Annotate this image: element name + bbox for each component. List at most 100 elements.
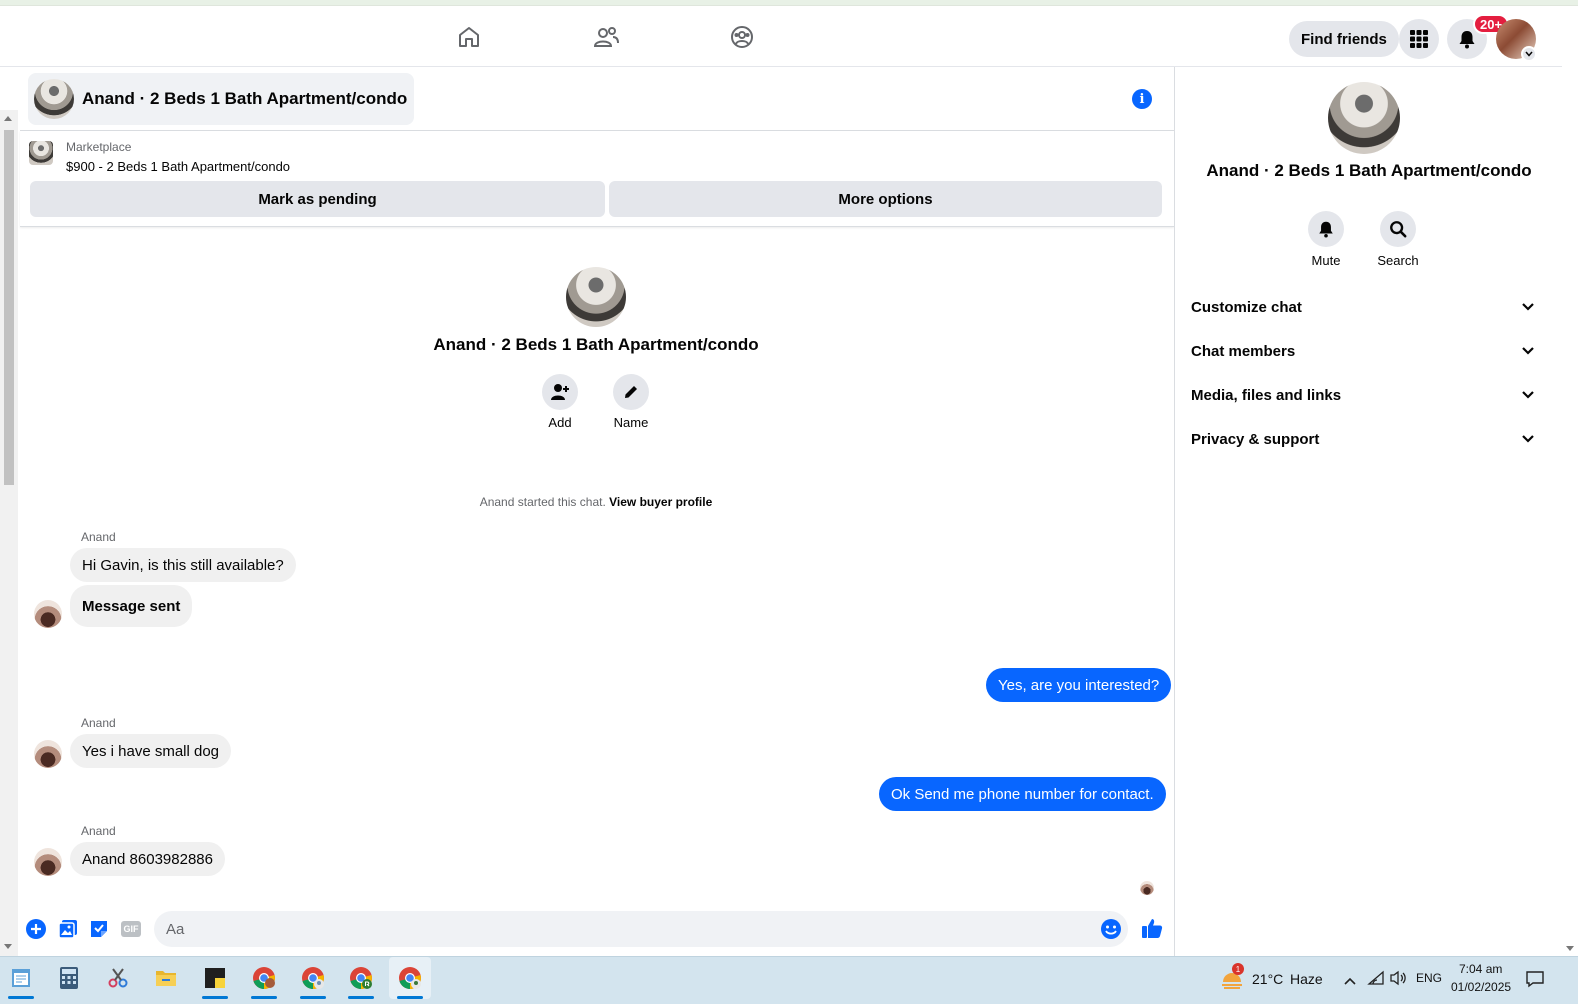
taskbar-app-chrome-2[interactable] [292, 957, 334, 999]
sender-avatar[interactable] [34, 740, 62, 768]
like-button[interactable] [1140, 916, 1164, 940]
menu-button[interactable] [1399, 19, 1439, 59]
conversation-scrollbar[interactable] [0, 110, 18, 956]
nav-friends-tab[interactable] [551, 6, 661, 67]
sticky-notes-icon [205, 968, 225, 988]
smiley-icon [1101, 919, 1121, 939]
sender-avatar[interactable] [34, 848, 62, 876]
chat-title: Anand · 2 Beds 1 Bath Apartment/condo [82, 89, 408, 108]
taskbar-app-notepad[interactable] [0, 957, 42, 999]
add-person-icon [542, 374, 578, 410]
scroll-up-arrow[interactable] [4, 116, 12, 121]
customize-chat-section[interactable]: Customize chat [1183, 287, 1543, 327]
section-label: Chat members [1191, 342, 1296, 360]
add-people-button[interactable]: Add [530, 374, 590, 430]
sticker-button[interactable] [88, 918, 110, 940]
section-label: Customize chat [1191, 298, 1302, 316]
nav-home-tab[interactable] [414, 6, 524, 67]
temperature[interactable]: 21°C [1252, 971, 1283, 987]
grid-menu-icon [1410, 30, 1428, 48]
listing-title[interactable]: $900 - 2 Beds 1 Bath Apartment/condo [66, 159, 290, 174]
conversation-avatar [566, 267, 626, 327]
chat-header: Anand · 2 Beds 1 Bath Apartment/condo i [20, 67, 1174, 131]
scroll-down-arrow[interactable] [1566, 946, 1574, 951]
chat-title-button[interactable]: Anand · 2 Beds 1 Bath Apartment/condo [28, 73, 415, 125]
incoming-message-bubble[interactable]: Anand 8603982886 [70, 842, 225, 876]
nav-groups-tab[interactable] [687, 6, 797, 67]
folder-icon [156, 971, 176, 986]
active-indicator [300, 996, 326, 999]
weather-widget-icon[interactable]: 1 [1220, 963, 1244, 991]
wifi-icon[interactable] [1367, 970, 1385, 991]
info-icon[interactable]: i [1132, 89, 1152, 109]
search-icon [1380, 211, 1416, 247]
read-receipt-avatar [1140, 881, 1154, 895]
name-chat-button[interactable]: Name [601, 374, 661, 430]
taskbar-app-file-explorer[interactable] [145, 957, 187, 999]
photo-icon [58, 920, 77, 939]
attach-photo-button[interactable] [57, 918, 79, 940]
chat-avatar [34, 79, 74, 119]
details-avatar [1328, 82, 1400, 154]
weather-condition[interactable]: Haze [1290, 971, 1323, 987]
mute-button[interactable]: Mute [1291, 211, 1361, 268]
scroll-down-arrow[interactable] [4, 944, 12, 949]
taskbar-app-chrome-1[interactable] [243, 957, 285, 999]
message-input[interactable] [154, 911, 1128, 947]
started-text: Anand started this chat. [479, 495, 606, 509]
taskbar-app-snipping-tool[interactable] [97, 957, 139, 999]
listing-thumbnail[interactable] [29, 141, 53, 165]
view-buyer-profile-link[interactable]: View buyer profile [609, 495, 712, 509]
chevron-down-icon [1522, 391, 1534, 399]
clock-date[interactable]: 01/02/2025 [1451, 980, 1511, 994]
friends-icon [593, 26, 619, 47]
groups-icon [731, 25, 753, 48]
gif-button[interactable]: GIF [120, 918, 142, 940]
active-indicator [202, 996, 228, 999]
chevron-up-icon[interactable] [1343, 973, 1357, 991]
scrollbar-thumb[interactable] [4, 130, 14, 485]
find-friends-button[interactable]: Find friends [1289, 21, 1399, 57]
taskbar-app-chrome-3[interactable] [340, 957, 382, 999]
chat-details-panel: Anand · 2 Beds 1 Bath Apartment/condo Mu… [1174, 67, 1562, 956]
language-indicator[interactable]: ENG [1416, 971, 1442, 985]
mark-as-pending-button[interactable]: Mark as pending [30, 181, 605, 217]
outgoing-message-bubble[interactable]: Ok Send me phone number for contact. [879, 777, 1166, 811]
taskbar-app-chrome-4-active[interactable] [389, 957, 431, 999]
add-label: Add [548, 415, 572, 430]
sender-avatar[interactable] [34, 600, 62, 628]
top-navigation: Find friends 20+ [0, 6, 1562, 67]
bell-icon [1459, 31, 1475, 49]
privacy-support-section[interactable]: Privacy & support [1183, 419, 1543, 459]
message-sender-name: Anand [81, 824, 116, 838]
outgoing-message-bubble[interactable]: Yes, are you interested? [986, 668, 1172, 702]
chat-started-notice: Anand started this chat. View buyer prof… [320, 495, 872, 509]
scissors-icon [108, 968, 128, 988]
more-options-button[interactable]: More options [609, 181, 1162, 217]
media-files-links-section[interactable]: Media, files and links [1183, 375, 1543, 415]
chevron-down-icon [1522, 303, 1534, 311]
notification-center-icon[interactable] [1525, 969, 1545, 994]
incoming-message-bubble[interactable]: Hi Gavin, is this still available? [70, 548, 296, 582]
home-icon [459, 26, 479, 47]
page-scrollbar[interactable] [1562, 6, 1578, 956]
more-actions-button[interactable] [25, 918, 47, 940]
chrome-icon [302, 967, 324, 989]
active-indicator [397, 996, 423, 999]
section-label: Media, files and links [1191, 386, 1342, 404]
chat-members-section[interactable]: Chat members [1183, 331, 1543, 371]
mute-label: Mute [1311, 253, 1341, 268]
search-in-conversation-button[interactable]: Search [1363, 211, 1433, 268]
incoming-message-bubble[interactable]: Message sent [70, 585, 193, 627]
sticker-icon [91, 921, 107, 937]
taskbar-app-calculator[interactable] [48, 957, 90, 999]
taskbar-app-sticky-notes[interactable] [194, 957, 236, 999]
speaker-icon[interactable] [1389, 970, 1407, 991]
emoji-button[interactable] [1100, 918, 1122, 940]
chevron-down-icon [1522, 435, 1534, 443]
account-chevron-down-icon[interactable] [1521, 46, 1537, 62]
clock-time[interactable]: 7:04 am [1459, 962, 1502, 976]
marketplace-label: Marketplace [66, 140, 132, 154]
chrome-icon [253, 967, 275, 989]
incoming-message-bubble[interactable]: Yes i have small dog [70, 734, 232, 768]
